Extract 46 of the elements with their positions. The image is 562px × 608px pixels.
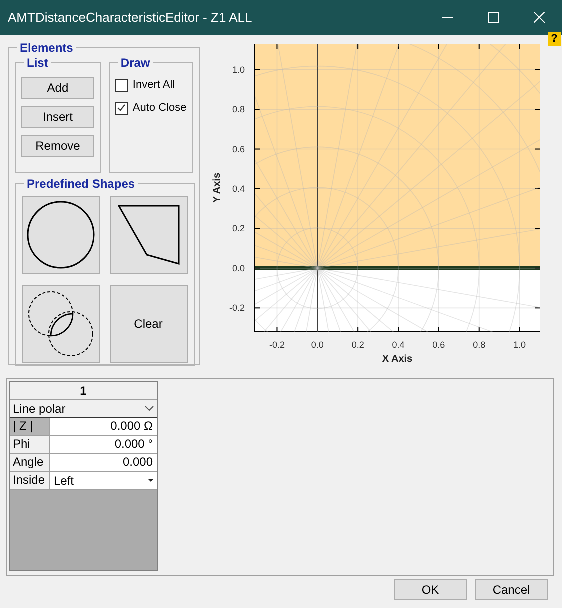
dropdown-arrow-icon (148, 479, 154, 482)
y-tick-label: 0.0 (232, 263, 245, 274)
property-label[interactable]: Phi (10, 436, 50, 453)
property-label[interactable]: | Z | (10, 418, 50, 435)
y-tick-label: 0.2 (232, 224, 245, 234)
value-dropdown[interactable]: Left (50, 472, 157, 489)
x-tick-label: 0.0 (311, 340, 324, 350)
list-button[interactable]: Insert (21, 106, 94, 128)
type-dropdown[interactable]: Line polar (10, 400, 157, 418)
column-header: 1 (10, 382, 157, 400)
quadrilateral-icon (118, 205, 180, 265)
chevron-down-icon (145, 406, 154, 411)
y-tick-label: 0.4 (232, 184, 245, 194)
list-button[interactable]: Remove (21, 135, 94, 157)
clear-button[interactable]: Clear (110, 284, 188, 362)
circle-icon (27, 201, 95, 269)
checkbox-label: Invert All (132, 78, 176, 93)
y-tick-label: 0.6 (232, 144, 245, 154)
shape-button[interactable] (110, 196, 188, 274)
x-tick-label: 0.2 (352, 340, 364, 350)
x-tick-label: 1.0 (514, 340, 526, 350)
checkbox[interactable] (114, 78, 128, 92)
value-field[interactable]: 0.000 (50, 454, 157, 471)
x-tick-label: 0.6 (432, 340, 446, 350)
y-tick-label: -0.2 (229, 303, 245, 314)
value-field[interactable]: 0.000 ° (50, 436, 157, 453)
shape-button[interactable] (22, 284, 100, 362)
help-button[interactable]: ? (548, 32, 561, 46)
x-tick-label: -0.2 (269, 340, 285, 350)
cancel-button[interactable]: Cancel (475, 579, 548, 600)
x-tick-label: 0.8 (473, 340, 486, 350)
list-button[interactable]: Add (21, 77, 94, 99)
y-axis-label: Y Axis (212, 172, 223, 204)
intersecting-circles-icon (28, 290, 94, 356)
ok-button[interactable]: OK (394, 579, 467, 600)
shape-button[interactable] (22, 196, 100, 274)
property-label[interactable]: Inside (10, 472, 50, 489)
checkbox-label: Auto Close (132, 100, 187, 116)
x-axis-label: X Axis (382, 354, 413, 365)
property-label[interactable]: Angle (10, 454, 50, 471)
x-tick-label: 0.4 (392, 340, 405, 350)
window-title: AMTDistanceCharacteristicEditor - Z1 ALL (8, 8, 254, 27)
checkbox[interactable] (114, 102, 128, 114)
y-tick-label: 1.0 (232, 64, 245, 75)
value-field[interactable]: 0.000 Ω (50, 418, 157, 435)
y-tick-label: 0.8 (232, 104, 245, 115)
